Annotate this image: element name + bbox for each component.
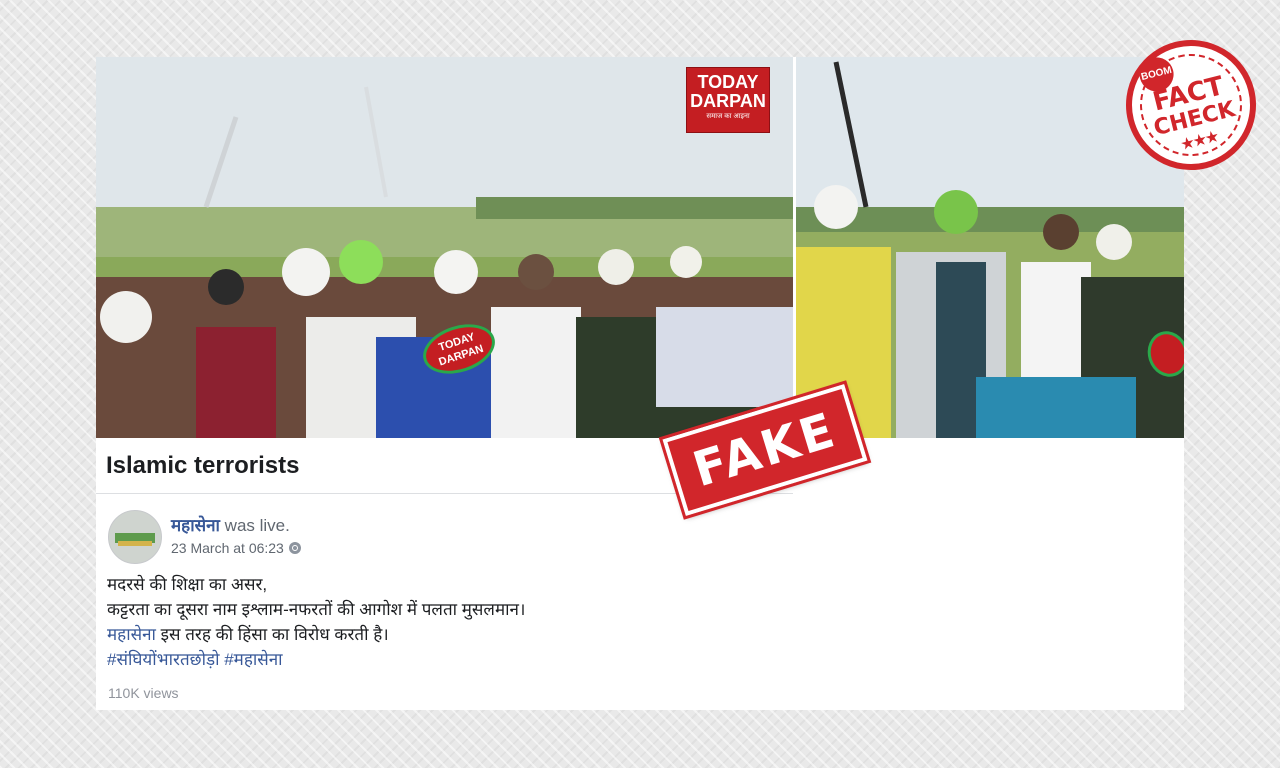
author-line: महासेना was live. xyxy=(171,513,290,536)
page-mention-link[interactable]: महासेना xyxy=(107,625,156,644)
logo-line-1: TODAY xyxy=(697,72,759,92)
post-body-line-1: मदरसे की शिक्षा का असर, xyxy=(107,575,268,594)
author-status: was live. xyxy=(224,516,290,535)
view-count: 110K views xyxy=(108,685,179,701)
post-timestamp[interactable]: 23 March at 06:23 xyxy=(171,540,284,556)
today-darpan-logo: TODAY DARPAN समाज का आइना xyxy=(686,67,770,133)
avatar[interactable] xyxy=(108,510,162,564)
post-meta: 23 March at 06:23 xyxy=(171,540,301,556)
post-body: मदरसे की शिक्षा का असर, कट्टरता का दूसरा… xyxy=(107,572,525,672)
logo-tagline: समाज का आइना xyxy=(706,113,750,120)
globe-icon xyxy=(288,542,301,554)
post-body-line-2: कट्टरता का दूसरा नाम इश्लाम-नफरतों की आग… xyxy=(107,600,526,619)
post-body-line-3: महासेना इस तरह की हिंसा का विरोध करती है… xyxy=(107,622,525,647)
hashtag-links[interactable]: #संघियोंभारतछोड़ो #महासेना xyxy=(107,647,525,672)
watermark-text: TODAY DARPAN xyxy=(437,330,486,369)
author-name-link[interactable]: महासेना xyxy=(171,516,220,535)
post-body-line-3-text: इस तरह की हिंसा का विरोध करती है। xyxy=(155,625,389,644)
post-title: Islamic terrorists xyxy=(106,452,300,479)
avatar-graphic-bar xyxy=(118,541,152,546)
logo-line-2: DARPAN xyxy=(690,91,766,111)
video-thumbnail[interactable]: TODAY DARPAN समाज का आइना TODAY DARPAN xyxy=(96,57,1184,438)
facebook-post-card: TODAY DARPAN समाज का आइना TODAY DARPAN I… xyxy=(96,57,1184,710)
